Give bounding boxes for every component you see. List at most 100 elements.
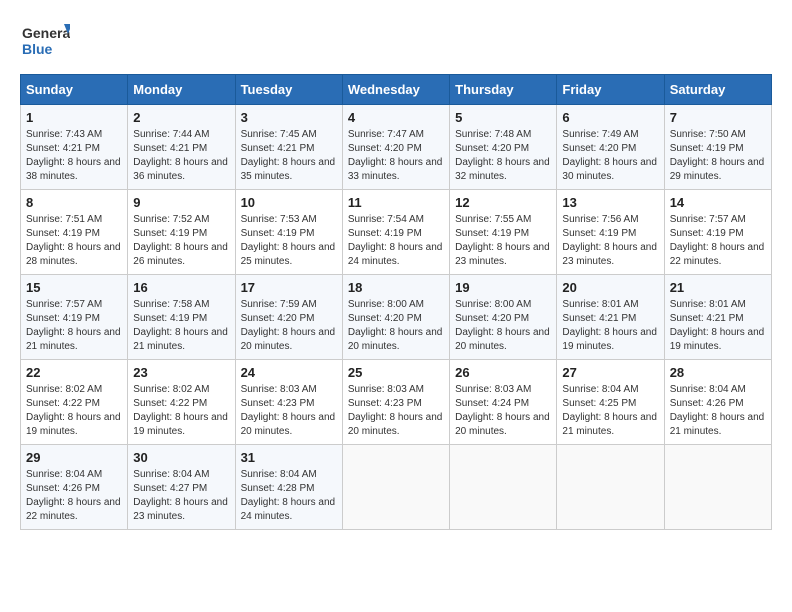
calendar-day-24: 24 Sunrise: 8:03 AM Sunset: 4:23 PM Dayl… bbox=[235, 360, 342, 445]
empty-cell bbox=[450, 445, 557, 530]
day-number: 7 bbox=[670, 110, 766, 125]
day-number: 13 bbox=[562, 195, 658, 210]
day-info: Sunrise: 8:04 AM Sunset: 4:28 PM Dayligh… bbox=[241, 468, 337, 524]
day-number: 25 bbox=[348, 365, 444, 380]
day-number: 1 bbox=[26, 110, 122, 125]
calendar-day-3: 3 Sunrise: 7:45 AM Sunset: 4:21 PM Dayli… bbox=[235, 105, 342, 190]
calendar-table: SundayMondayTuesdayWednesdayThursdayFrid… bbox=[20, 74, 772, 530]
day-number: 8 bbox=[26, 195, 122, 210]
header-thursday: Thursday bbox=[450, 75, 557, 105]
day-info: Sunrise: 7:54 AM Sunset: 4:19 PM Dayligh… bbox=[348, 213, 444, 269]
page-header: General Blue bbox=[20, 20, 772, 64]
day-number: 17 bbox=[241, 280, 337, 295]
calendar-day-20: 20 Sunrise: 8:01 AM Sunset: 4:21 PM Dayl… bbox=[557, 275, 664, 360]
day-info: Sunrise: 7:57 AM Sunset: 4:19 PM Dayligh… bbox=[26, 298, 122, 354]
day-info: Sunrise: 7:51 AM Sunset: 4:19 PM Dayligh… bbox=[26, 213, 122, 269]
day-info: Sunrise: 7:49 AM Sunset: 4:20 PM Dayligh… bbox=[562, 128, 658, 184]
calendar-day-31: 31 Sunrise: 8:04 AM Sunset: 4:28 PM Dayl… bbox=[235, 445, 342, 530]
day-info: Sunrise: 7:53 AM Sunset: 4:19 PM Dayligh… bbox=[241, 213, 337, 269]
calendar-day-23: 23 Sunrise: 8:02 AM Sunset: 4:22 PM Dayl… bbox=[128, 360, 235, 445]
calendar-day-8: 8 Sunrise: 7:51 AM Sunset: 4:19 PM Dayli… bbox=[21, 190, 128, 275]
calendar-week-5: 29 Sunrise: 8:04 AM Sunset: 4:26 PM Dayl… bbox=[21, 445, 772, 530]
calendar-day-11: 11 Sunrise: 7:54 AM Sunset: 4:19 PM Dayl… bbox=[342, 190, 449, 275]
day-info: Sunrise: 7:47 AM Sunset: 4:20 PM Dayligh… bbox=[348, 128, 444, 184]
calendar-day-7: 7 Sunrise: 7:50 AM Sunset: 4:19 PM Dayli… bbox=[664, 105, 771, 190]
calendar-week-2: 8 Sunrise: 7:51 AM Sunset: 4:19 PM Dayli… bbox=[21, 190, 772, 275]
day-info: Sunrise: 7:43 AM Sunset: 4:21 PM Dayligh… bbox=[26, 128, 122, 184]
calendar-day-21: 21 Sunrise: 8:01 AM Sunset: 4:21 PM Dayl… bbox=[664, 275, 771, 360]
day-info: Sunrise: 7:48 AM Sunset: 4:20 PM Dayligh… bbox=[455, 128, 551, 184]
day-number: 2 bbox=[133, 110, 229, 125]
calendar-day-9: 9 Sunrise: 7:52 AM Sunset: 4:19 PM Dayli… bbox=[128, 190, 235, 275]
day-info: Sunrise: 7:57 AM Sunset: 4:19 PM Dayligh… bbox=[670, 213, 766, 269]
day-info: Sunrise: 8:04 AM Sunset: 4:26 PM Dayligh… bbox=[670, 383, 766, 439]
empty-cell bbox=[342, 445, 449, 530]
day-info: Sunrise: 8:04 AM Sunset: 4:27 PM Dayligh… bbox=[133, 468, 229, 524]
day-number: 30 bbox=[133, 450, 229, 465]
day-info: Sunrise: 8:04 AM Sunset: 4:25 PM Dayligh… bbox=[562, 383, 658, 439]
day-number: 27 bbox=[562, 365, 658, 380]
calendar-day-28: 28 Sunrise: 8:04 AM Sunset: 4:26 PM Dayl… bbox=[664, 360, 771, 445]
calendar-day-27: 27 Sunrise: 8:04 AM Sunset: 4:25 PM Dayl… bbox=[557, 360, 664, 445]
day-info: Sunrise: 8:00 AM Sunset: 4:20 PM Dayligh… bbox=[455, 298, 551, 354]
day-number: 14 bbox=[670, 195, 766, 210]
day-info: Sunrise: 8:02 AM Sunset: 4:22 PM Dayligh… bbox=[133, 383, 229, 439]
day-info: Sunrise: 8:02 AM Sunset: 4:22 PM Dayligh… bbox=[26, 383, 122, 439]
day-number: 15 bbox=[26, 280, 122, 295]
calendar-day-16: 16 Sunrise: 7:58 AM Sunset: 4:19 PM Dayl… bbox=[128, 275, 235, 360]
day-number: 18 bbox=[348, 280, 444, 295]
calendar-day-5: 5 Sunrise: 7:48 AM Sunset: 4:20 PM Dayli… bbox=[450, 105, 557, 190]
header-saturday: Saturday bbox=[664, 75, 771, 105]
day-info: Sunrise: 7:59 AM Sunset: 4:20 PM Dayligh… bbox=[241, 298, 337, 354]
calendar-day-1: 1 Sunrise: 7:43 AM Sunset: 4:21 PM Dayli… bbox=[21, 105, 128, 190]
day-number: 11 bbox=[348, 195, 444, 210]
calendar-day-2: 2 Sunrise: 7:44 AM Sunset: 4:21 PM Dayli… bbox=[128, 105, 235, 190]
day-info: Sunrise: 7:55 AM Sunset: 4:19 PM Dayligh… bbox=[455, 213, 551, 269]
svg-text:General: General bbox=[22, 25, 70, 41]
empty-cell bbox=[664, 445, 771, 530]
day-number: 4 bbox=[348, 110, 444, 125]
day-info: Sunrise: 8:01 AM Sunset: 4:21 PM Dayligh… bbox=[670, 298, 766, 354]
day-number: 16 bbox=[133, 280, 229, 295]
calendar-week-4: 22 Sunrise: 8:02 AM Sunset: 4:22 PM Dayl… bbox=[21, 360, 772, 445]
calendar-week-1: 1 Sunrise: 7:43 AM Sunset: 4:21 PM Dayli… bbox=[21, 105, 772, 190]
calendar-header-row: SundayMondayTuesdayWednesdayThursdayFrid… bbox=[21, 75, 772, 105]
calendar-day-17: 17 Sunrise: 7:59 AM Sunset: 4:20 PM Dayl… bbox=[235, 275, 342, 360]
header-monday: Monday bbox=[128, 75, 235, 105]
calendar-day-14: 14 Sunrise: 7:57 AM Sunset: 4:19 PM Dayl… bbox=[664, 190, 771, 275]
day-number: 23 bbox=[133, 365, 229, 380]
day-number: 31 bbox=[241, 450, 337, 465]
logo-svg: General Blue bbox=[20, 20, 70, 64]
day-number: 22 bbox=[26, 365, 122, 380]
calendar-day-18: 18 Sunrise: 8:00 AM Sunset: 4:20 PM Dayl… bbox=[342, 275, 449, 360]
day-info: Sunrise: 7:58 AM Sunset: 4:19 PM Dayligh… bbox=[133, 298, 229, 354]
day-number: 28 bbox=[670, 365, 766, 380]
calendar-day-22: 22 Sunrise: 8:02 AM Sunset: 4:22 PM Dayl… bbox=[21, 360, 128, 445]
calendar-week-3: 15 Sunrise: 7:57 AM Sunset: 4:19 PM Dayl… bbox=[21, 275, 772, 360]
day-info: Sunrise: 8:03 AM Sunset: 4:23 PM Dayligh… bbox=[241, 383, 337, 439]
calendar-day-10: 10 Sunrise: 7:53 AM Sunset: 4:19 PM Dayl… bbox=[235, 190, 342, 275]
calendar-day-29: 29 Sunrise: 8:04 AM Sunset: 4:26 PM Dayl… bbox=[21, 445, 128, 530]
day-info: Sunrise: 8:00 AM Sunset: 4:20 PM Dayligh… bbox=[348, 298, 444, 354]
day-number: 21 bbox=[670, 280, 766, 295]
calendar-day-13: 13 Sunrise: 7:56 AM Sunset: 4:19 PM Dayl… bbox=[557, 190, 664, 275]
calendar-day-30: 30 Sunrise: 8:04 AM Sunset: 4:27 PM Dayl… bbox=[128, 445, 235, 530]
header-wednesday: Wednesday bbox=[342, 75, 449, 105]
day-number: 26 bbox=[455, 365, 551, 380]
header-tuesday: Tuesday bbox=[235, 75, 342, 105]
day-number: 3 bbox=[241, 110, 337, 125]
day-info: Sunrise: 8:01 AM Sunset: 4:21 PM Dayligh… bbox=[562, 298, 658, 354]
calendar-day-25: 25 Sunrise: 8:03 AM Sunset: 4:23 PM Dayl… bbox=[342, 360, 449, 445]
day-number: 10 bbox=[241, 195, 337, 210]
day-info: Sunrise: 8:03 AM Sunset: 4:24 PM Dayligh… bbox=[455, 383, 551, 439]
empty-cell bbox=[557, 445, 664, 530]
calendar-day-4: 4 Sunrise: 7:47 AM Sunset: 4:20 PM Dayli… bbox=[342, 105, 449, 190]
day-number: 9 bbox=[133, 195, 229, 210]
day-number: 6 bbox=[562, 110, 658, 125]
logo: General Blue bbox=[20, 20, 70, 64]
day-info: Sunrise: 8:04 AM Sunset: 4:26 PM Dayligh… bbox=[26, 468, 122, 524]
header-sunday: Sunday bbox=[21, 75, 128, 105]
header-friday: Friday bbox=[557, 75, 664, 105]
calendar-day-15: 15 Sunrise: 7:57 AM Sunset: 4:19 PM Dayl… bbox=[21, 275, 128, 360]
day-number: 5 bbox=[455, 110, 551, 125]
